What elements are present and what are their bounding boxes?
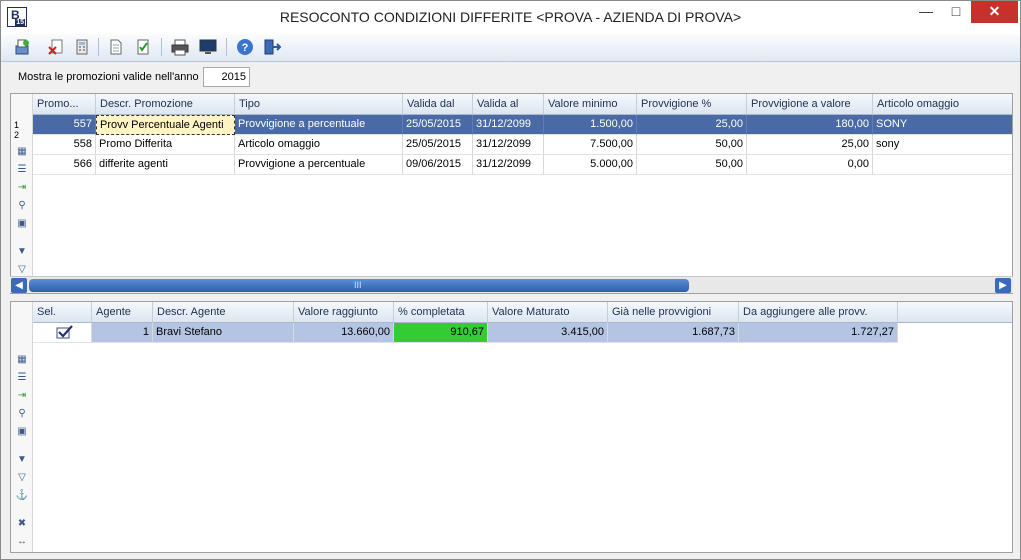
maximize-button[interactable]: □ — [941, 1, 971, 23]
column-header[interactable]: Descr. Promozione — [96, 94, 235, 115]
row-number: 2 — [14, 130, 20, 140]
grid-icon[interactable]: ▣ — [15, 218, 29, 230]
insert-icon[interactable]: ⇥ — [15, 182, 29, 194]
column-header[interactable]: Promo... — [33, 94, 96, 115]
column-header[interactable]: Sel. — [33, 302, 92, 323]
anchor-icon[interactable]: ⚓ — [15, 490, 29, 502]
column-header[interactable]: Tipo — [235, 94, 403, 115]
checkmark-icon — [56, 325, 73, 339]
clear-filter-icon[interactable]: ▽ — [15, 472, 29, 484]
row-number: 1 — [14, 120, 20, 130]
copy-icon[interactable]: ▦ — [15, 146, 29, 158]
svg-text:?: ? — [242, 42, 249, 54]
print-icon[interactable] — [169, 36, 191, 58]
scroll-left-icon[interactable]: ◀ — [11, 278, 27, 293]
delete-icon[interactable] — [45, 36, 67, 58]
fit-columns-icon[interactable]: ↔ — [15, 536, 29, 548]
horizontal-scrollbar[interactable]: ◀ III ▶ — [10, 276, 1013, 293]
column-header[interactable]: % completata — [394, 302, 488, 323]
grid-icon[interactable]: ▣ — [15, 426, 29, 438]
column-header — [898, 302, 1012, 323]
scroll-thumb[interactable]: III — [29, 279, 689, 292]
help-icon[interactable]: ? — [234, 36, 256, 58]
monitor-icon[interactable] — [197, 36, 219, 58]
row-indicator-gutter: 1 2 ▦ ☰ ⇥ ⚲ ▣ ▼ ▽ — [11, 94, 33, 293]
list-icon[interactable]: ☰ — [15, 372, 29, 384]
scroll-right-icon[interactable]: ▶ — [995, 278, 1011, 293]
calculator-icon[interactable] — [71, 36, 93, 58]
new-record-icon[interactable] — [11, 36, 33, 58]
column-header[interactable]: Valida dal — [403, 94, 473, 115]
column-header[interactable]: Da aggiungere alle provv. — [739, 302, 898, 323]
list-icon[interactable]: ☰ — [15, 164, 29, 176]
column-header[interactable]: Valore raggiunto — [294, 302, 394, 323]
remove-column-icon[interactable]: ✖ — [15, 518, 29, 530]
column-header[interactable]: Valida al — [473, 94, 544, 115]
clear-filter-icon[interactable]: ▽ — [15, 264, 29, 276]
window-title: RESOCONTO CONDIZIONI DIFFERITE <PROVA - … — [279, 9, 742, 25]
exit-door-icon[interactable] — [261, 36, 283, 58]
insert-icon[interactable]: ⇥ — [15, 390, 29, 402]
row-indicator-gutter: ▦ ☰ ⇥ ⚲ ▣ ▼ ▽ ⚓ ✖ ↔ — [11, 302, 33, 552]
document-icon[interactable] — [105, 36, 127, 58]
column-header[interactable]: Agente — [92, 302, 153, 323]
promotions-grid: 1 2 ▦ ☰ ⇥ ⚲ ▣ ▼ ▽ Promo... Descr. Promoz… — [10, 93, 1013, 294]
filter-icon[interactable]: ▼ — [15, 454, 29, 466]
filter-bar: Mostra le promozioni valide nell'anno — [1, 62, 1020, 92]
copy-icon[interactable]: ▦ — [15, 354, 29, 366]
zoom-icon[interactable]: ⚲ — [15, 408, 29, 420]
toolbar-separator — [226, 38, 227, 56]
main-window: B 15 RESOCONTO CONDIZIONI DIFFERITE <PRO… — [0, 0, 1021, 560]
agents-grid: ▦ ☰ ⇥ ⚲ ▣ ▼ ▽ ⚓ ✖ ↔ Sel. Agente Descr. A… — [10, 301, 1013, 553]
filter-icon[interactable]: ▼ — [15, 246, 29, 258]
column-header[interactable]: Valore minimo — [544, 94, 637, 115]
scroll-grip: III — [354, 280, 362, 290]
column-header[interactable]: Provvigione % — [637, 94, 747, 115]
select-checkbox[interactable] — [33, 323, 92, 343]
year-input[interactable]: 2015 — [203, 67, 250, 87]
year-filter-label: Mostra le promozioni valide nell'anno — [18, 71, 199, 83]
title-bar: B 15 RESOCONTO CONDIZIONI DIFFERITE <PRO… — [1, 1, 1020, 34]
minimize-button[interactable]: — — [911, 1, 941, 23]
close-button[interactable]: ✕ — [971, 1, 1018, 23]
checklist-icon[interactable] — [132, 36, 154, 58]
column-header[interactable]: Valore Maturato — [488, 302, 608, 323]
column-header[interactable]: Già nelle provvigioni — [608, 302, 739, 323]
toolbar-separator — [161, 38, 162, 56]
column-header[interactable]: Descr. Agente — [153, 302, 294, 323]
column-header[interactable]: Provvigione a valore — [747, 94, 873, 115]
zoom-icon[interactable]: ⚲ — [15, 200, 29, 212]
toolbar-separator — [98, 38, 99, 56]
toolbar: ? — [1, 34, 1020, 62]
column-header[interactable]: Articolo omaggio — [873, 94, 1012, 115]
